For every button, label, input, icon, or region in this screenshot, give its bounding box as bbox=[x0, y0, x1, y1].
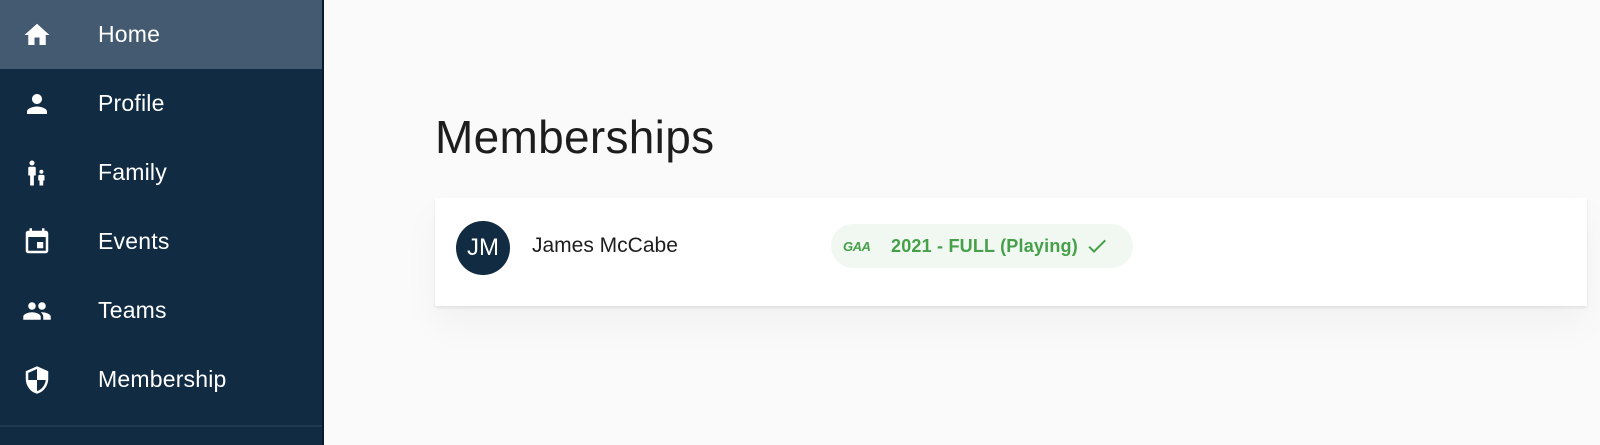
sidebar-item-label: Profile bbox=[98, 90, 165, 116]
family-icon bbox=[22, 158, 52, 188]
calendar-icon bbox=[22, 227, 52, 257]
membership-status-label: 2021 - FULL (Playing) bbox=[891, 236, 1078, 256]
sidebar-item-teams[interactable]: Teams bbox=[0, 276, 322, 345]
person-icon bbox=[22, 89, 52, 119]
member-name: James McCabe bbox=[532, 234, 678, 257]
sidebar-divider bbox=[0, 425, 322, 427]
gaa-logo-icon: GAA bbox=[843, 239, 871, 254]
sidebar-item-profile[interactable]: Profile bbox=[0, 69, 322, 138]
page-title: Memberships bbox=[435, 111, 715, 163]
avatar: JM bbox=[456, 221, 510, 275]
shield-icon bbox=[22, 365, 52, 395]
home-icon bbox=[22, 20, 52, 50]
sidebar-item-home[interactable]: Home bbox=[0, 0, 322, 69]
membership-status-chip[interactable]: GAA 2021 - FULL (Playing) bbox=[831, 224, 1133, 268]
sidebar-item-events[interactable]: Events bbox=[0, 207, 322, 276]
membership-card[interactable]: JM James McCabe GAA 2021 - FULL (Playing… bbox=[435, 198, 1587, 306]
sidebar-item-label: Family bbox=[98, 159, 167, 185]
sidebar-item-family[interactable]: Family bbox=[0, 138, 322, 207]
people-icon bbox=[22, 296, 52, 326]
sidebar: Home Profile Family Events Teams Members… bbox=[0, 0, 324, 445]
sidebar-item-label: Events bbox=[98, 228, 170, 254]
sidebar-item-label: Home bbox=[98, 21, 161, 47]
sidebar-item-label: Teams bbox=[98, 297, 167, 323]
app-root: Home Profile Family Events Teams Members… bbox=[0, 0, 1600, 445]
sidebar-item-label: Membership bbox=[98, 366, 227, 392]
check-icon bbox=[1085, 234, 1109, 258]
main-content: Memberships JM James McCabe GAA 2021 - F… bbox=[324, 0, 1600, 445]
sidebar-item-membership[interactable]: Membership bbox=[0, 345, 322, 414]
